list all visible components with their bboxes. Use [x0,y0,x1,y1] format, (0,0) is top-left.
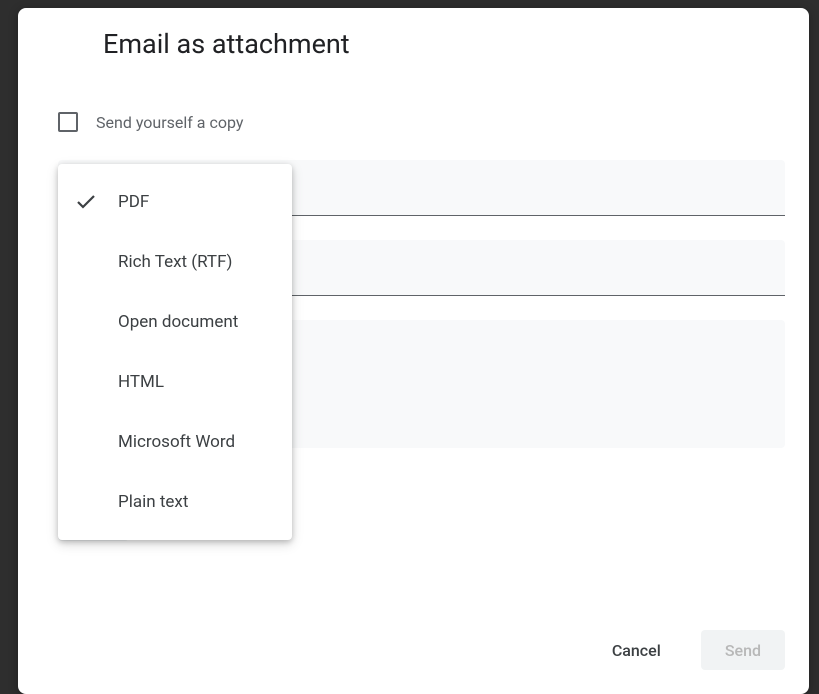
dropdown-item-label: Microsoft Word [118,432,276,452]
send-button[interactable]: Send [701,630,785,670]
format-dropdown-menu: PDF Rich Text (RTF) Open document HTML M… [58,164,292,540]
check-icon-empty [74,490,98,514]
dropdown-item-label: Rich Text (RTF) [118,252,276,272]
dropdown-item-label: PDF [118,192,276,212]
dialog-title: Email as attachment [18,8,809,60]
check-icon-empty [74,370,98,394]
dropdown-item-label: Open document [118,312,276,332]
send-yourself-checkbox[interactable] [58,112,78,132]
dropdown-item-plaintext[interactable]: Plain text [58,472,292,532]
check-icon-empty [74,250,98,274]
dropdown-item-label: HTML [118,372,276,392]
send-yourself-label: Send yourself a copy [96,113,243,132]
dropdown-item-html[interactable]: HTML [58,352,292,412]
dropdown-item-word[interactable]: Microsoft Word [58,412,292,472]
dropdown-item-pdf[interactable]: PDF [58,172,292,232]
dropdown-item-rtf[interactable]: Rich Text (RTF) [58,232,292,292]
dropdown-item-opendocument[interactable]: Open document [58,292,292,352]
dialog-actions: Cancel Send [18,630,809,694]
send-yourself-row: Send yourself a copy [58,112,785,132]
check-icon-empty [74,310,98,334]
email-attachment-dialog: Email as attachment Send yourself a copy… [18,8,809,694]
dropdown-item-label: Plain text [118,492,276,512]
cancel-button[interactable]: Cancel [588,630,685,670]
check-icon [74,190,98,214]
check-icon-empty [74,430,98,454]
